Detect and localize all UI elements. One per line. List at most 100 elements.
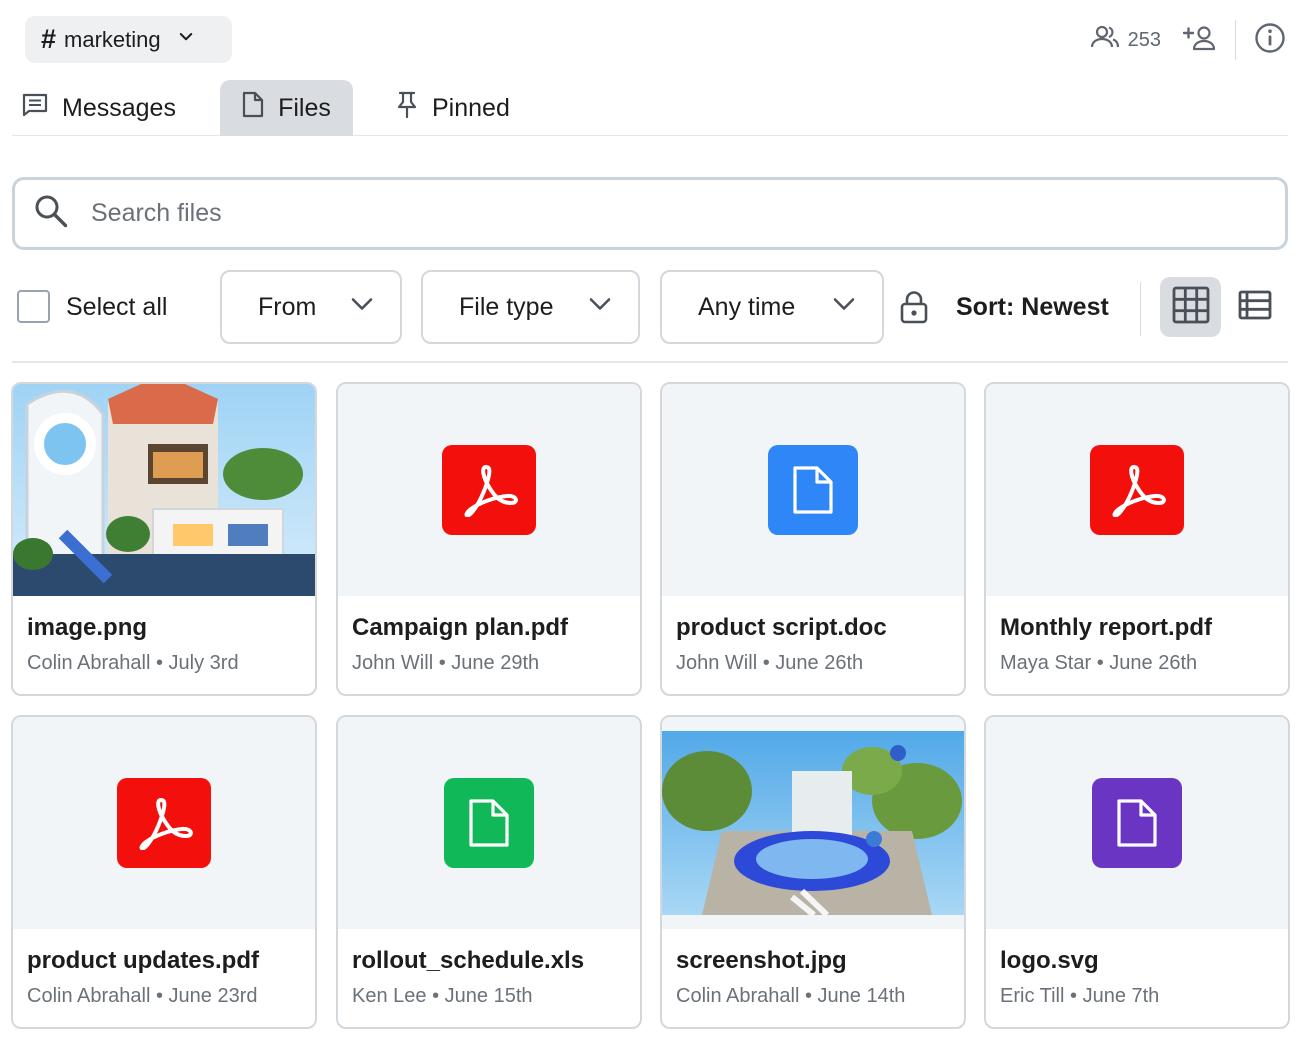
- file-preview: [338, 384, 640, 596]
- channel-name: marketing: [64, 26, 161, 52]
- file-preview: [986, 384, 1288, 596]
- file-author: Maya Star: [1000, 652, 1092, 674]
- file-card[interactable]: product updates.pdf Colin Abrahall • Jun…: [11, 715, 317, 1029]
- file-author: Colin Abrahall: [27, 985, 151, 1007]
- file-card[interactable]: image.png Colin Abrahall • July 3rd: [11, 382, 317, 696]
- header-actions: 253: [1090, 18, 1286, 62]
- file-card[interactable]: logo.svg Eric Till • June 7th: [984, 715, 1290, 1029]
- file-author: Eric Till: [1000, 985, 1065, 1007]
- select-all-checkbox[interactable]: [17, 290, 50, 323]
- file-date: June 15th: [444, 985, 533, 1007]
- file-name: image.png: [27, 614, 148, 641]
- image-thumbnail: [13, 384, 315, 596]
- file-name: logo.svg: [1000, 947, 1099, 974]
- chevron-down-icon: [177, 28, 195, 51]
- file-preview: [338, 717, 640, 929]
- member-count: 253: [1127, 28, 1161, 51]
- tab-messages[interactable]: Messages: [22, 80, 176, 136]
- file-preview: [662, 717, 964, 929]
- file-meta: Colin Abrahall • July 3rd: [27, 652, 239, 674]
- info-button[interactable]: [1254, 22, 1286, 59]
- list-icon: [1238, 290, 1272, 324]
- chevron-down-icon: [350, 292, 374, 323]
- file-author: Ken Lee: [352, 985, 427, 1007]
- tab-label: Files: [278, 93, 331, 122]
- file-meta: John Will • June 29th: [352, 652, 540, 674]
- grid-view-button[interactable]: [1160, 277, 1221, 337]
- file-preview: [13, 384, 315, 596]
- pdf-file-icon: [117, 778, 211, 868]
- select-all-label: Select all: [66, 293, 168, 321]
- file-author: Colin Abrahall: [27, 652, 151, 674]
- file-card[interactable]: Monthly report.pdf Maya Star • June 26th: [984, 382, 1290, 696]
- file-date: June 26th: [1109, 652, 1198, 674]
- doc-file-icon: [768, 445, 858, 535]
- file-card[interactable]: Campaign plan.pdf John Will • June 29th: [336, 382, 642, 696]
- sort-button[interactable]: Sort: Newest: [956, 291, 1109, 323]
- people-icon: [1090, 25, 1128, 55]
- file-author: John Will: [352, 652, 434, 674]
- add-person-icon: [1182, 25, 1217, 56]
- file-date: June 29th: [451, 652, 540, 674]
- dropdown-label: From: [258, 292, 317, 321]
- members-button[interactable]: 253: [1090, 25, 1161, 55]
- file-date: July 3rd: [168, 652, 239, 674]
- message-icon: [22, 93, 62, 124]
- image-thumbnail: [662, 731, 964, 915]
- file-author: Colin Abrahall: [676, 985, 800, 1007]
- file-meta: Ken Lee • June 15th: [352, 985, 533, 1007]
- file-date: June 14th: [817, 985, 906, 1007]
- file-meta: Eric Till • June 7th: [1000, 985, 1160, 1007]
- file-name: screenshot.jpg: [676, 947, 847, 974]
- chevron-down-icon: [588, 292, 612, 323]
- file-icon: [242, 91, 278, 125]
- file-date: June 26th: [775, 652, 864, 674]
- file-name: rollout_schedule.xls: [352, 947, 585, 974]
- file-preview: [13, 717, 315, 929]
- header-divider: [1235, 20, 1236, 60]
- tab-label: Messages: [62, 93, 176, 122]
- add-member-button[interactable]: [1182, 25, 1217, 56]
- file-date: June 7th: [1082, 985, 1160, 1007]
- search-icon: [33, 193, 69, 234]
- time-filter-dropdown[interactable]: Any time: [660, 270, 884, 344]
- info-icon: [1254, 22, 1286, 59]
- file-meta: John Will • June 26th: [676, 652, 864, 674]
- filters-divider: [12, 361, 1288, 363]
- search-input[interactable]: [91, 199, 1191, 228]
- file-name: product updates.pdf: [27, 947, 259, 974]
- file-name: product script.doc: [676, 614, 887, 641]
- pdf-file-icon: [1090, 445, 1184, 535]
- sort-divider: [1140, 282, 1141, 336]
- dropdown-label: Any time: [698, 292, 796, 321]
- tab-label: Pinned: [432, 93, 510, 122]
- file-preview: [662, 384, 964, 596]
- pin-icon: [396, 91, 432, 126]
- hash-icon: #: [41, 24, 57, 54]
- tab-bar: Messages Files Pinned: [12, 80, 1288, 136]
- file-meta: Colin Abrahall • June 14th: [676, 985, 906, 1007]
- file-type-filter-dropdown[interactable]: File type: [421, 270, 640, 344]
- chevron-down-icon: [832, 292, 856, 323]
- file-name: Campaign plan.pdf: [352, 614, 568, 641]
- tab-files[interactable]: Files: [220, 80, 353, 136]
- xls-file-icon: [444, 778, 534, 868]
- tab-pinned[interactable]: Pinned: [396, 80, 510, 136]
- search-box[interactable]: [12, 177, 1288, 250]
- file-date: June 23rd: [168, 985, 258, 1007]
- file-card[interactable]: screenshot.jpg Colin Abrahall • June 14t…: [660, 715, 966, 1029]
- lock-icon: [899, 290, 929, 329]
- pdf-file-icon: [442, 445, 536, 535]
- file-meta: Colin Abrahall • June 23rd: [27, 985, 258, 1007]
- file-name: Monthly report.pdf: [1000, 614, 1212, 641]
- from-filter-dropdown[interactable]: From: [220, 270, 402, 344]
- dropdown-label: File type: [459, 292, 554, 321]
- svg-file-icon: [1092, 778, 1182, 868]
- channel-selector[interactable]: # marketing: [25, 16, 232, 63]
- file-card[interactable]: product script.doc John Will • June 26th: [660, 382, 966, 696]
- list-view-button[interactable]: [1238, 290, 1272, 325]
- grid-icon: [1172, 286, 1210, 329]
- file-card[interactable]: rollout_schedule.xls Ken Lee • June 15th: [336, 715, 642, 1029]
- file-author: John Will: [676, 652, 758, 674]
- file-preview: [986, 717, 1288, 929]
